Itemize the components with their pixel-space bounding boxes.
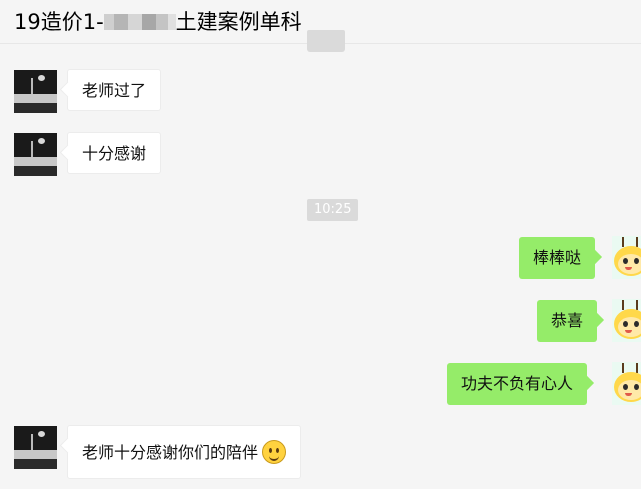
sender-avatar[interactable] [14,70,57,113]
chat-title-prefix: 19造价1- [14,10,104,34]
avatar-detail [618,380,641,400]
chat-title-suffix: 土建案例单科 [175,10,302,34]
avatar-detail [634,384,639,390]
avatar-detail [623,258,628,264]
message-bubble-incoming[interactable]: 老师过了 [67,69,162,111]
redacted-block [167,13,176,30]
message-text: 老师十分感谢你们的陪伴 [82,443,259,462]
emoji-eye [269,448,273,453]
avatar-detail [634,321,639,327]
avatar-detail [618,317,641,337]
timestamp-top [307,30,345,52]
message-bubble-incoming[interactable]: 老师十分感谢你们的陪伴 [67,425,302,479]
avatar-detail [14,166,57,176]
avatar-detail [14,157,57,166]
my-avatar[interactable] [612,299,641,342]
redacted-block [127,13,142,30]
timestamp-middle: 10:25 [307,199,359,221]
redacted-block [155,13,168,30]
avatar-detail [14,459,57,469]
sender-avatar[interactable] [14,133,57,176]
avatar-detail [636,237,638,247]
my-avatar[interactable] [612,236,641,279]
avatar-detail [622,237,624,247]
message-bubble-outgoing[interactable]: 功夫不负有心人 [447,363,588,405]
sender-avatar[interactable] [14,426,57,469]
redacted-block [103,13,114,30]
message-bubble-outgoing[interactable]: 棒棒哒 [519,237,596,279]
chat-title: 19造价1- 土建案例单科 [14,6,302,36]
avatar-detail [38,431,45,437]
emoji-eye [276,448,280,453]
avatar-detail [634,258,639,264]
avatar-detail [636,363,638,373]
avatar-detail [618,254,641,274]
redacted-block [141,13,156,30]
avatar-detail [38,75,45,81]
avatar-detail [14,94,57,103]
avatar-detail [622,363,624,373]
message-bubble-incoming[interactable]: 十分感谢 [67,132,162,174]
avatar-detail [636,300,638,310]
redacted-block [113,13,128,30]
avatar-detail [14,450,57,459]
emoji-mouth [269,454,280,461]
avatar-detail [14,103,57,113]
smile-emoji-icon [262,440,287,464]
avatar-detail [38,138,45,144]
message-bubble-outgoing[interactable]: 恭喜 [537,300,598,342]
avatar-detail [623,321,628,327]
avatar-detail [623,384,628,390]
avatar-detail [622,300,624,310]
my-avatar[interactable] [612,362,641,405]
